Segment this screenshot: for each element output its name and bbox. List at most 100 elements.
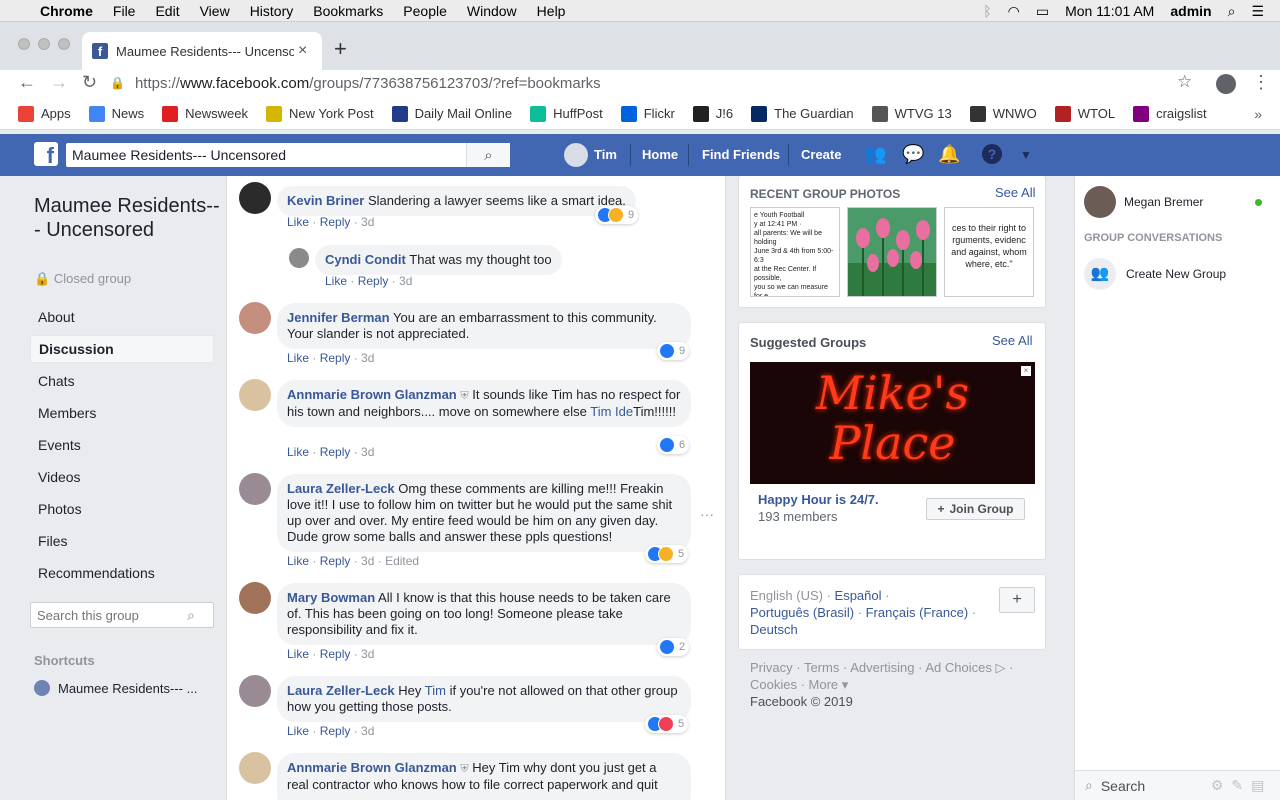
- language-option[interactable]: Español: [835, 588, 882, 603]
- group-name[interactable]: Maumee Residents--- Uncensored: [34, 194, 224, 242]
- account-dropdown-icon[interactable]: ▼: [1020, 148, 1032, 162]
- reply-link[interactable]: Reply: [320, 351, 351, 365]
- chrome-menu-icon[interactable]: ⋮: [1252, 72, 1270, 93]
- menu-app-name[interactable]: Chrome: [40, 3, 93, 19]
- suggested-group-cover[interactable]: Mike's Place ×: [750, 362, 1035, 484]
- create-group-icon[interactable]: 👥: [1084, 258, 1116, 290]
- url-text[interactable]: https://www.facebook.com/groups/77363875…: [135, 75, 601, 92]
- find-friends-link[interactable]: Find Friends: [702, 147, 780, 162]
- search-icon[interactable]: ⌕: [466, 143, 510, 167]
- reaction-count[interactable]: 9: [657, 342, 690, 360]
- profile-link[interactable]: Tim: [594, 147, 617, 162]
- commenter-avatar[interactable]: [239, 582, 271, 614]
- back-arrow-icon[interactable]: ←: [18, 72, 36, 93]
- group-photo-text[interactable]: ces to their right to rguments, evidenc …: [944, 207, 1034, 297]
- bookmark-item[interactable]: News: [88, 105, 144, 122]
- like-link[interactable]: Like: [287, 445, 309, 459]
- home-link[interactable]: Home: [642, 147, 678, 162]
- bookmark-item[interactable]: Newsweek: [162, 105, 248, 122]
- window-close-button[interactable]: [18, 38, 30, 50]
- group-photo-flyer[interactable]: e Youth Football y at 12:41 PM · all par…: [750, 207, 840, 297]
- bookmark-item[interactable]: WNWO: [969, 105, 1037, 122]
- reply-link[interactable]: Reply: [320, 554, 351, 568]
- bluetooth-icon[interactable]: ᛒ: [983, 3, 991, 19]
- like-link[interactable]: Like: [287, 351, 309, 365]
- reply-link[interactable]: Reply: [320, 215, 351, 229]
- menu-help[interactable]: Help: [537, 3, 566, 19]
- language-option[interactable]: Português (Brasil): [750, 605, 854, 620]
- like-link[interactable]: Like: [325, 274, 347, 288]
- reaction-count[interactable]: 9: [595, 206, 639, 224]
- photos-see-all-link[interactable]: See All: [995, 185, 1035, 200]
- chat-options-icon[interactable]: ▤: [1251, 777, 1264, 794]
- bookmark-item[interactable]: Flickr: [620, 105, 675, 122]
- bookmark-item[interactable]: craigslist: [1133, 105, 1207, 122]
- like-link[interactable]: Like: [287, 554, 309, 568]
- footer-link[interactable]: Cookies: [750, 677, 797, 692]
- create-link[interactable]: Create: [801, 147, 841, 162]
- group-nav-files[interactable]: Files: [30, 527, 214, 555]
- bookmark-item[interactable]: WTOL: [1054, 105, 1115, 122]
- bookmark-item[interactable]: New York Post: [266, 105, 374, 122]
- contact-avatar[interactable]: [1084, 186, 1116, 218]
- comment-author[interactable]: Kevin Briner: [287, 193, 364, 208]
- new-message-icon[interactable]: ✎: [1231, 777, 1243, 794]
- reaction-count[interactable]: 5: [645, 545, 689, 563]
- group-nav-members[interactable]: Members: [30, 399, 214, 427]
- footer-link[interactable]: Advertising: [850, 660, 914, 675]
- chat-search-input[interactable]: Search: [1101, 778, 1205, 794]
- group-nav-discussion[interactable]: Discussion: [30, 335, 214, 363]
- address-bar[interactable]: 🔒 https://www.facebook.com/groups/773638…: [110, 70, 1210, 96]
- footer-link[interactable]: Privacy: [750, 660, 793, 675]
- user-avatar[interactable]: [564, 143, 588, 167]
- group-nav-videos[interactable]: Videos: [30, 463, 214, 491]
- chat-settings-gear-icon[interactable]: ⚙: [1211, 777, 1224, 794]
- menu-people[interactable]: People: [403, 3, 447, 19]
- tab-close-icon[interactable]: ×: [298, 42, 307, 60]
- bookmark-star-icon[interactable]: ☆: [1177, 72, 1192, 92]
- new-tab-button[interactable]: +: [334, 36, 347, 62]
- menu-view[interactable]: View: [200, 3, 230, 19]
- bookmark-item[interactable]: Apps: [18, 105, 71, 122]
- group-photo-tulips[interactable]: [847, 207, 937, 297]
- bookmark-item[interactable]: Daily Mail Online: [391, 105, 512, 122]
- wifi-icon[interactable]: ◠: [1008, 3, 1020, 20]
- commenter-avatar[interactable]: [239, 473, 271, 505]
- dismiss-icon[interactable]: ×: [1021, 366, 1031, 376]
- commenter-avatar[interactable]: [239, 379, 271, 411]
- window-minimize-button[interactable]: [38, 38, 50, 50]
- like-link[interactable]: Like: [287, 215, 309, 229]
- group-nav-recommendations[interactable]: Recommendations: [30, 559, 214, 587]
- spotlight-search-icon[interactable]: ⌕: [1228, 3, 1236, 20]
- group-nav-chats[interactable]: Chats: [30, 367, 214, 395]
- like-link[interactable]: Like: [287, 647, 309, 661]
- footer-link[interactable]: More: [809, 677, 839, 692]
- help-icon[interactable]: ?: [982, 144, 1002, 164]
- menu-bookmarks[interactable]: Bookmarks: [313, 3, 383, 19]
- bookmark-item[interactable]: J!6: [692, 105, 733, 122]
- more-options-icon[interactable]: ···: [700, 506, 714, 522]
- bookmark-item[interactable]: The Guardian: [751, 105, 854, 122]
- reaction-count[interactable]: 2: [657, 638, 690, 656]
- reply-link[interactable]: Reply: [320, 445, 351, 459]
- comment-author[interactable]: Cyndi Condit: [325, 252, 406, 267]
- bookmark-item[interactable]: HuffPost: [530, 105, 603, 122]
- browser-tab[interactable]: f Maumee Residents--- Uncensored ×: [82, 32, 322, 70]
- suggested-see-all-link[interactable]: See All: [992, 333, 1032, 348]
- footer-link[interactable]: Terms: [804, 660, 839, 675]
- bookmark-item[interactable]: WTVG 13: [871, 105, 952, 122]
- battery-icon[interactable]: ▭: [1036, 3, 1049, 20]
- reply-link[interactable]: Reply: [320, 647, 351, 661]
- facebook-logo-icon[interactable]: f: [34, 142, 58, 167]
- footer-link[interactable]: Ad Choices: [925, 660, 991, 675]
- messenger-icon[interactable]: 💬: [902, 144, 924, 165]
- commenter-avatar[interactable]: [239, 302, 271, 334]
- add-language-button[interactable]: +: [999, 587, 1035, 613]
- menu-history[interactable]: History: [250, 3, 294, 19]
- search-icon[interactable]: ⌕: [187, 607, 195, 624]
- friend-requests-icon[interactable]: 👥: [864, 144, 886, 165]
- menu-file[interactable]: File: [113, 3, 136, 19]
- profile-avatar-icon[interactable]: [1216, 74, 1236, 94]
- window-zoom-button[interactable]: [58, 38, 70, 50]
- comment-author[interactable]: Laura Zeller-Leck: [287, 481, 395, 496]
